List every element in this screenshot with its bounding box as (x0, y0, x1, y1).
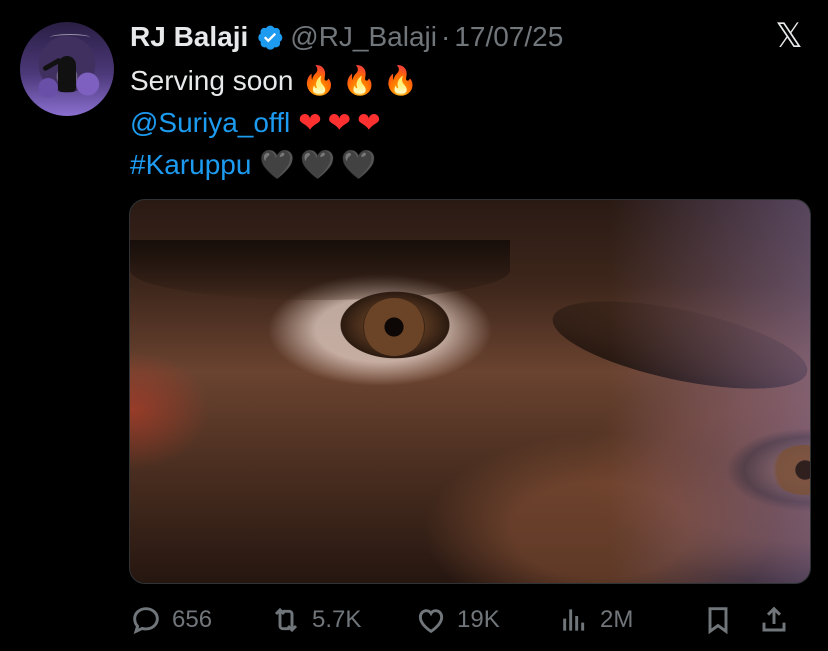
like-count: 19K (457, 606, 500, 633)
view-count: 2M (600, 606, 634, 633)
author-name[interactable]: RJ Balaji (130, 21, 248, 53)
avatar[interactable] (20, 22, 114, 116)
views-button[interactable]: 2M (558, 600, 633, 640)
black-heart-emojis: 🖤🖤🖤 (259, 148, 383, 181)
avatar-figure (58, 56, 76, 92)
x-logo-icon: 𝕏 (775, 16, 803, 56)
repost-count: 5.7K (312, 606, 362, 633)
hashtag-link[interactable]: #Karuppu (130, 144, 251, 186)
tweet-line-1: Serving soon 🔥🔥🔥 (130, 60, 424, 102)
repost-button[interactable]: 5.7K (270, 600, 361, 640)
heart-icon (418, 609, 444, 634)
bookmark-icon (708, 607, 728, 635)
views-chart-icon (563, 609, 585, 631)
tweet-line-2: @Suriya_offl ❤❤❤ (130, 102, 424, 144)
mention-link[interactable]: @Suriya_offl (130, 102, 290, 144)
photo-light-left (130, 350, 210, 470)
reply-button[interactable]: 656 (130, 600, 212, 640)
author-handle[interactable]: @RJ_Balaji (290, 21, 437, 53)
share-icon (762, 606, 786, 632)
tweet-date[interactable]: 17/07/25 (454, 21, 563, 53)
share-button[interactable] (758, 600, 790, 640)
reply-icon (133, 607, 159, 635)
verified-badge-icon[interactable] (256, 23, 284, 51)
repost-icon (274, 607, 298, 633)
photo-light-right (610, 200, 810, 583)
tweet-media-image[interactable] (129, 199, 811, 584)
tweet-text: Serving soon 🔥🔥🔥 @Suriya_offl ❤❤❤ #Karup… (130, 60, 424, 186)
avatar-signature (50, 34, 90, 41)
bookmark-button[interactable] (702, 600, 734, 640)
fire-emojis: 🔥🔥🔥 (301, 64, 425, 97)
photo-eye-left (363, 298, 425, 356)
photo-brow-left (130, 240, 510, 300)
red-heart-emojis: ❤❤❤ (298, 106, 387, 139)
tweet-line-3: #Karuppu 🖤🖤🖤 (130, 144, 424, 186)
tweet-text-line1: Serving soon (130, 65, 294, 96)
tweet-actions: 656 5.7K 19K 2M (130, 600, 810, 640)
like-button[interactable]: 19K (415, 600, 500, 640)
tweet[interactable]: RJ Balaji @RJ_Balaji · 17/07/25 𝕏 Servin… (0, 0, 828, 651)
header-separator: · (440, 21, 451, 52)
reply-count: 656 (172, 606, 213, 633)
tweet-header: RJ Balaji @RJ_Balaji · 17/07/25 (130, 20, 563, 54)
